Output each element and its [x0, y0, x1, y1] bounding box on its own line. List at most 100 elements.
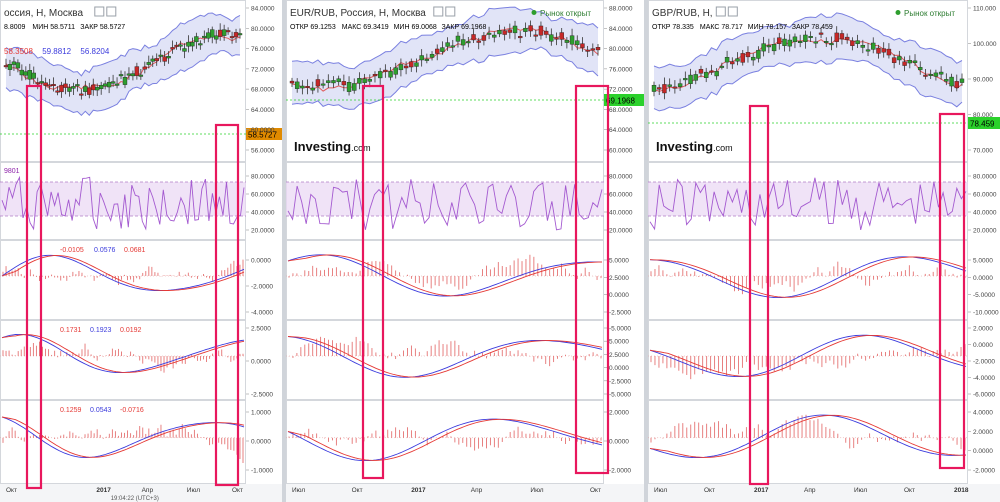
- time-tick-label: 2017: [96, 487, 111, 494]
- trading-workspace: 58.5727 оссия, H, Москва 8.8009 МИН 58.5711…: [0, 0, 1000, 502]
- axis-tick-label: -4.0000: [251, 310, 273, 317]
- ohlc-value: ЗАКР 58.5727: [80, 24, 125, 31]
- axis-tick-label: 0.0000: [609, 292, 629, 299]
- axis-tick-label: 0.0000: [251, 439, 271, 446]
- axis-tick-label: -2.5000: [609, 310, 631, 317]
- time-tick-label: Окт: [232, 487, 243, 494]
- time-tick-label: Июл: [530, 487, 543, 494]
- axis-tick-label: 0.0000: [973, 342, 993, 349]
- axis-tick-label: -5.0000: [973, 292, 995, 299]
- axis-tick-label: 40.0000: [609, 210, 633, 217]
- pane-frame: [648, 240, 968, 320]
- axis-tick-label: 64.0000: [251, 107, 275, 114]
- ohlc-value: МИН 78.157: [748, 24, 787, 31]
- instrument-title[interactable]: оссия, H, Москва: [4, 8, 83, 19]
- time-tick-label: Июл: [654, 487, 667, 494]
- axis-tick-label: 60.0000: [609, 192, 633, 199]
- axis-tick-label: 5.0000: [609, 258, 629, 265]
- ohlc-value: ЗАКР 78.459: [792, 24, 833, 31]
- macd-value: 0.1259: [60, 407, 82, 414]
- time-tick-label: Июл: [292, 487, 305, 494]
- macd-value: 0.0192: [120, 327, 142, 334]
- axis-tick-label: -1.0000: [251, 468, 273, 475]
- price-badge-value: 69.1968: [606, 97, 635, 106]
- pane-frame: [648, 320, 968, 400]
- axis-tick-label: 84.0000: [609, 26, 633, 33]
- macd-value: 0.0543: [90, 407, 112, 414]
- time-tick-label: Окт: [352, 487, 363, 494]
- ohlc-value: ОТКР 78.335: [652, 24, 694, 31]
- axis-tick-label: 60.0000: [251, 192, 275, 199]
- time-axis[interactable]: [648, 484, 1000, 502]
- axis-tick-label: -5.0000: [609, 392, 631, 399]
- instrument-title[interactable]: GBP/RUB, H,: [652, 8, 713, 19]
- axis-tick-label: -6.0000: [973, 392, 995, 399]
- bollinger-value: 56.8204: [80, 47, 109, 56]
- axis-tick-label: 2.5000: [609, 352, 629, 359]
- time-tick-label: Окт: [704, 487, 715, 494]
- time-tick-label: Окт: [904, 487, 915, 494]
- pane-frame: [286, 240, 604, 320]
- pane-frame: [286, 400, 604, 484]
- chart-panel-gbp-rub[interactable]: 78.459 GBP/RUB, H, Рынок открыт ОТКР 78.335…: [648, 0, 1000, 502]
- chart-panel-eur-rub[interactable]: 69.1968 EUR/RUB, Россия, H, Москва Рынок о…: [286, 0, 644, 502]
- macd-value: 0.0681: [124, 247, 146, 254]
- axis-tick-label: 64.0000: [609, 127, 633, 134]
- axis-tick-label: 2.0000: [973, 326, 993, 333]
- pane-frame: [286, 320, 604, 400]
- ohlc-value: 8.8009: [4, 24, 26, 31]
- macd-value: -0.0105: [60, 247, 84, 254]
- axis-tick-label: 0.0000: [609, 365, 629, 372]
- axis-tick-label: 100.000: [973, 41, 997, 48]
- axis-tick-label: -2.5000: [251, 392, 273, 399]
- axis-tick-label: 40.0000: [973, 210, 997, 217]
- axis-tick-label: 110.000: [973, 6, 996, 13]
- axis-tick-label: -2.0000: [609, 468, 631, 475]
- chart-canvas[interactable]: 58.5727оссия, H, Москва8.8009 МИН 58.5711…: [0, 0, 282, 502]
- ohlc-value: МИН 69.0068: [394, 24, 437, 31]
- axis-tick-label: 80.0000: [251, 174, 275, 181]
- time-tick-label: Апр: [804, 487, 816, 494]
- time-tick-label: Июл: [854, 487, 867, 494]
- macd-value: 0.0576: [94, 247, 116, 254]
- instrument-title[interactable]: EUR/RUB, Россия, H, Москва: [290, 8, 426, 19]
- time-tick-label: 2018: [954, 487, 969, 494]
- chart-canvas[interactable]: 78.459 GBP/RUB, H, Рынок открыт ОТКР 78.335…: [648, 0, 1000, 502]
- axis-tick-label: 0.0000: [973, 275, 993, 282]
- axis-tick-label: 56.0000: [251, 148, 275, 155]
- chart-panel-usd-rub[interactable]: 58.5727 оссия, H, Москва 8.8009 МИН 58.5711…: [0, 0, 282, 502]
- ohlc-value: ЗАКР 69.1968: [442, 24, 487, 31]
- macd-value: 0.1923: [90, 327, 112, 334]
- axis-tick-label: -10.0000: [973, 310, 999, 317]
- axis-tick-label: 4.0000: [973, 410, 993, 417]
- axis-tick-label: 2.0000: [973, 429, 993, 436]
- time-tick-label: Июл: [187, 487, 200, 494]
- axis-tick-label: 80.0000: [609, 46, 633, 53]
- axis-tick-label: 84.0000: [251, 6, 275, 13]
- axis-tick-label: 5.0000: [609, 339, 629, 346]
- axis-tick-label: 20.0000: [251, 228, 275, 235]
- axis-tick-label: -2.0000: [251, 284, 273, 291]
- axis-tick-label: 0.0000: [973, 448, 993, 455]
- axis-tick-label: 90.000: [973, 77, 993, 84]
- axis-tick-label: 40.0000: [251, 210, 275, 217]
- chart-canvas[interactable]: 69.1968 EUR/RUB, Россия, H, Москва Рынок о…: [286, 0, 644, 502]
- axis-tick-label: 2.5000: [609, 275, 629, 282]
- axis-tick-label: 80.000: [973, 112, 993, 119]
- time-tick-label: 2017: [411, 487, 426, 494]
- axis-tick-label: 60.0000: [251, 127, 275, 134]
- axis-tick-label: 88.0000: [609, 6, 633, 13]
- ohlc-value: МАКС 78.717: [700, 24, 743, 31]
- axis-tick-label: -2.5000: [609, 378, 631, 385]
- axis-tick-label: 76.0000: [251, 46, 275, 53]
- axis-tick-label: 80.0000: [973, 174, 997, 181]
- market-status: Рынок открыт: [540, 9, 591, 18]
- axis-tick-label: -2.0000: [973, 359, 995, 366]
- pane-frame: [0, 240, 246, 320]
- time-tick-label: 2017: [754, 487, 769, 494]
- market-status: Рынок открыт: [904, 9, 955, 18]
- price-badge-value: 78.459: [970, 120, 995, 129]
- axis-tick-label: 0.0000: [609, 439, 629, 446]
- rsi-value: 9801: [4, 168, 20, 175]
- ohlc-value: МИН 58.5711: [32, 24, 75, 31]
